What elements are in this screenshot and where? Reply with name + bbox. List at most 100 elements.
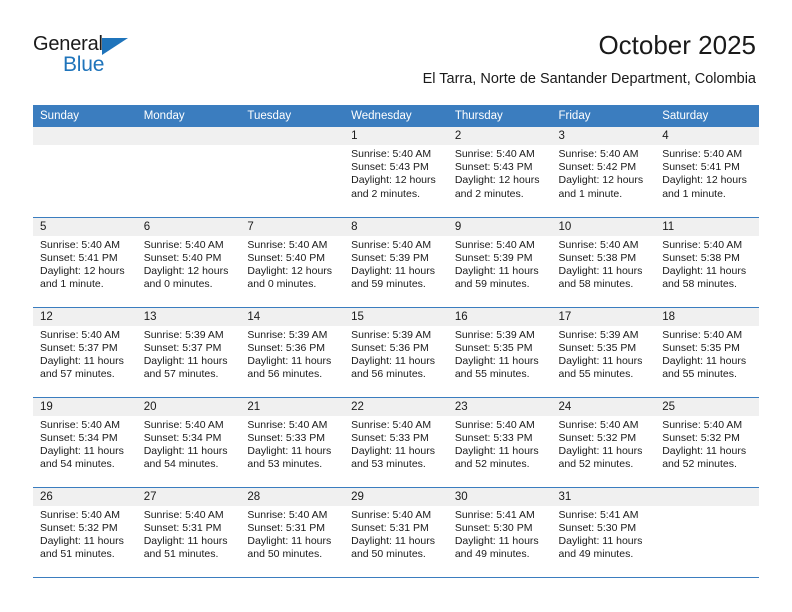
daylight-text: Daylight: 11 hours and 52 minutes. xyxy=(454,444,539,471)
calendar-day-cell-empty xyxy=(136,127,241,217)
calendar-day-cell[interactable]: 14 Sunrise: 5:39 AM Sunset: 5:36 PM Dayligh… xyxy=(240,306,345,397)
calendar-day-cell[interactable]: 12 Sunrise: 5:40 AM Sunset: 5:37 PM Dayligh… xyxy=(33,306,137,397)
calendar-day-cell[interactable]: 5 Sunrise: 5:40 AM Sunset: 5:41 PM Daylight… xyxy=(33,216,137,307)
calendar-day-cell[interactable]: 21 Sunrise: 5:40 AM Sunset: 5:33 PM Dayligh… xyxy=(240,396,345,487)
day-number: 17 xyxy=(551,307,656,326)
calendar-day-cell[interactable]: 18 Sunrise: 5:40 AM Sunset: 5:35 PM Dayligh… xyxy=(655,306,759,397)
page-header: General Blue October 2025 El Tarra, Nort… xyxy=(0,0,792,100)
daylight-text: Daylight: 11 hours and 55 minutes. xyxy=(558,354,643,381)
calendar-day-cell[interactable]: 11 Sunrise: 5:40 AM Sunset: 5:38 PM Dayligh… xyxy=(655,216,759,307)
calendar-day-cell[interactable]: 30 Sunrise: 5:41 AM Sunset: 5:30 PM Dayligh… xyxy=(447,486,552,578)
daylight-text: Daylight: 11 hours and 54 minutes. xyxy=(40,444,124,471)
day-details: Sunrise: 5:40 AM Sunset: 5:40 PM Daylight:… xyxy=(240,236,344,292)
sunrise-text: Sunrise: 5:39 AM xyxy=(454,328,535,341)
day-number: 27 xyxy=(136,487,241,506)
calendar-day-cell[interactable]: 27 Sunrise: 5:40 AM Sunset: 5:31 PM Dayligh… xyxy=(136,486,241,578)
day-details: Sunrise: 5:40 AM Sunset: 5:40 PM Daylight:… xyxy=(137,236,241,292)
calendar-day-cell[interactable]: 10 Sunrise: 5:40 AM Sunset: 5:38 PM Dayligh… xyxy=(551,216,656,307)
day-number: 23 xyxy=(447,397,552,416)
daylight-text: Daylight: 11 hours and 49 minutes. xyxy=(558,534,643,561)
daylight-text: Daylight: 12 hours and 1 minute. xyxy=(558,174,644,200)
calendar-week-row: 26 Sunrise: 5:40 AM Sunset: 5:32 PM Dayligh… xyxy=(33,486,759,578)
calendar-day-cell[interactable]: 22 Sunrise: 5:40 AM Sunset: 5:33 PM Dayligh… xyxy=(344,396,448,487)
sunrise-text: Sunrise: 5:40 AM xyxy=(454,418,535,431)
daylight-text: Daylight: 11 hours and 49 minutes. xyxy=(454,534,539,561)
sunrise-text: Sunrise: 5:40 AM xyxy=(247,418,328,431)
day-number: 6 xyxy=(136,217,241,236)
weekday-header-tuesday: Tuesday xyxy=(240,105,345,127)
title-block: October 2025 El Tarra, Norte de Santande… xyxy=(423,30,756,89)
day-details: Sunrise: 5:40 AM Sunset: 5:31 PM Daylight:… xyxy=(344,506,448,562)
calendar-day-cell[interactable]: 16 Sunrise: 5:39 AM Sunset: 5:35 PM Dayligh… xyxy=(447,306,552,397)
calendar-day-cell[interactable]: 9 Sunrise: 5:40 AM Sunset: 5:39 PM Daylight… xyxy=(447,216,552,307)
sunset-text: Sunset: 5:43 PM xyxy=(454,161,533,174)
sunrise-text: Sunrise: 5:40 AM xyxy=(351,508,432,521)
sunrise-text: Sunrise: 5:40 AM xyxy=(662,328,743,341)
daylight-text: Daylight: 11 hours and 53 minutes. xyxy=(351,444,435,471)
daylight-text: Daylight: 12 hours and 2 minutes. xyxy=(454,174,540,200)
day-details: Sunrise: 5:41 AM Sunset: 5:30 PM Daylight:… xyxy=(552,506,656,562)
day-details: Sunrise: 5:40 AM Sunset: 5:41 PM Daylight:… xyxy=(655,145,759,201)
calendar-week-row: 12 Sunrise: 5:40 AM Sunset: 5:37 PM Dayligh… xyxy=(33,306,759,397)
day-details: Sunrise: 5:40 AM Sunset: 5:31 PM Daylight:… xyxy=(240,506,344,562)
calendar-day-cell[interactable]: 31 Sunrise: 5:41 AM Sunset: 5:30 PM Dayligh… xyxy=(551,486,656,578)
calendar-day-cell[interactable]: 6 Sunrise: 5:40 AM Sunset: 5:40 PM Daylight… xyxy=(136,216,241,307)
calendar-day-cell[interactable]: 28 Sunrise: 5:40 AM Sunset: 5:31 PM Dayligh… xyxy=(240,486,345,578)
logo-text-blue: Blue xyxy=(63,53,105,76)
day-details: Sunrise: 5:40 AM Sunset: 5:33 PM Daylight:… xyxy=(448,416,552,472)
sunrise-text: Sunrise: 5:40 AM xyxy=(454,148,535,160)
sunset-text: Sunset: 5:32 PM xyxy=(662,431,740,444)
calendar-day-cell[interactable]: 19 Sunrise: 5:40 AM Sunset: 5:34 PM Dayligh… xyxy=(33,396,137,487)
daylight-text: Daylight: 11 hours and 59 minutes. xyxy=(351,264,435,291)
calendar-day-cell[interactable]: 25 Sunrise: 5:40 AM Sunset: 5:32 PM Dayligh… xyxy=(655,396,759,487)
calendar-day-cell[interactable]: 26 Sunrise: 5:40 AM Sunset: 5:32 PM Dayligh… xyxy=(33,486,137,578)
calendar-day-cell[interactable]: 1 Sunrise: 5:40 AM Sunset: 5:43 PM Daylight… xyxy=(344,127,448,217)
calendar-day-cell[interactable]: 8 Sunrise: 5:40 AM Sunset: 5:39 PM Daylight… xyxy=(344,216,448,307)
calendar-day-cell[interactable]: 23 Sunrise: 5:40 AM Sunset: 5:33 PM Dayligh… xyxy=(447,396,552,487)
calendar-day-cell-empty xyxy=(655,486,759,578)
day-details: Sunrise: 5:39 AM Sunset: 5:36 PM Daylight:… xyxy=(344,326,448,382)
calendar-day-cell[interactable]: 7 Sunrise: 5:40 AM Sunset: 5:40 PM Daylight… xyxy=(240,216,345,307)
sunset-text: Sunset: 5:37 PM xyxy=(40,341,118,354)
day-number xyxy=(655,487,759,506)
daylight-text: Daylight: 12 hours and 0 minutes. xyxy=(143,264,229,291)
day-number: 22 xyxy=(344,397,448,416)
calendar-day-cell-empty xyxy=(33,127,137,217)
calendar-day-cell[interactable]: 20 Sunrise: 5:40 AM Sunset: 5:34 PM Dayligh… xyxy=(136,396,241,487)
sunset-text: Sunset: 5:35 PM xyxy=(662,341,740,354)
day-number: 15 xyxy=(344,307,448,326)
general-blue-logo[interactable]: General Blue xyxy=(33,33,213,81)
calendar-day-cell[interactable]: 3 Sunrise: 5:40 AM Sunset: 5:42 PM Daylight… xyxy=(551,127,656,217)
day-number xyxy=(240,127,345,145)
daylight-text: Daylight: 11 hours and 51 minutes. xyxy=(143,534,228,561)
sunset-text: Sunset: 5:41 PM xyxy=(662,161,740,174)
daylight-text: Daylight: 12 hours and 0 minutes. xyxy=(247,264,333,291)
sunset-text: Sunset: 5:31 PM xyxy=(143,521,222,534)
calendar-body: 1 Sunrise: 5:40 AM Sunset: 5:43 PM Daylight… xyxy=(33,127,759,578)
sunset-text: Sunset: 5:33 PM xyxy=(351,431,429,444)
day-details: Sunrise: 5:40 AM Sunset: 5:37 PM Daylight:… xyxy=(33,326,137,382)
day-details: Sunrise: 5:40 AM Sunset: 5:42 PM Daylight:… xyxy=(552,145,656,201)
calendar-day-cell[interactable]: 29 Sunrise: 5:40 AM Sunset: 5:31 PM Dayligh… xyxy=(344,486,448,578)
sunrise-text: Sunrise: 5:40 AM xyxy=(143,418,224,431)
calendar-grid: Sunday Monday Tuesday Wednesday Thursday… xyxy=(33,105,759,578)
day-number: 5 xyxy=(33,217,137,236)
calendar-day-cell[interactable]: 15 Sunrise: 5:39 AM Sunset: 5:36 PM Dayligh… xyxy=(344,306,448,397)
triangle-icon xyxy=(102,38,128,55)
day-number: 7 xyxy=(240,217,345,236)
calendar-day-cell[interactable]: 17 Sunrise: 5:39 AM Sunset: 5:35 PM Dayligh… xyxy=(551,306,656,397)
day-number: 29 xyxy=(344,487,448,506)
calendar-day-cell[interactable]: 2 Sunrise: 5:40 AM Sunset: 5:43 PM Daylight… xyxy=(447,127,552,217)
daylight-text: Daylight: 11 hours and 50 minutes. xyxy=(247,534,332,561)
sunrise-text: Sunrise: 5:40 AM xyxy=(40,238,120,251)
calendar-day-cell[interactable]: 24 Sunrise: 5:40 AM Sunset: 5:32 PM Dayligh… xyxy=(551,396,656,487)
day-number: 3 xyxy=(551,127,656,145)
day-details: Sunrise: 5:40 AM Sunset: 5:41 PM Daylight:… xyxy=(33,236,137,292)
day-number: 24 xyxy=(551,397,656,416)
day-details: Sunrise: 5:40 AM Sunset: 5:38 PM Daylight:… xyxy=(552,236,656,292)
day-number: 25 xyxy=(655,397,759,416)
calendar-day-cell[interactable]: 13 Sunrise: 5:39 AM Sunset: 5:37 PM Dayligh… xyxy=(136,306,241,397)
day-details: Sunrise: 5:40 AM Sunset: 5:33 PM Daylight:… xyxy=(240,416,344,472)
sunset-text: Sunset: 5:33 PM xyxy=(247,431,326,444)
calendar-day-cell[interactable]: 4 Sunrise: 5:40 AM Sunset: 5:41 PM Daylight… xyxy=(655,127,759,217)
